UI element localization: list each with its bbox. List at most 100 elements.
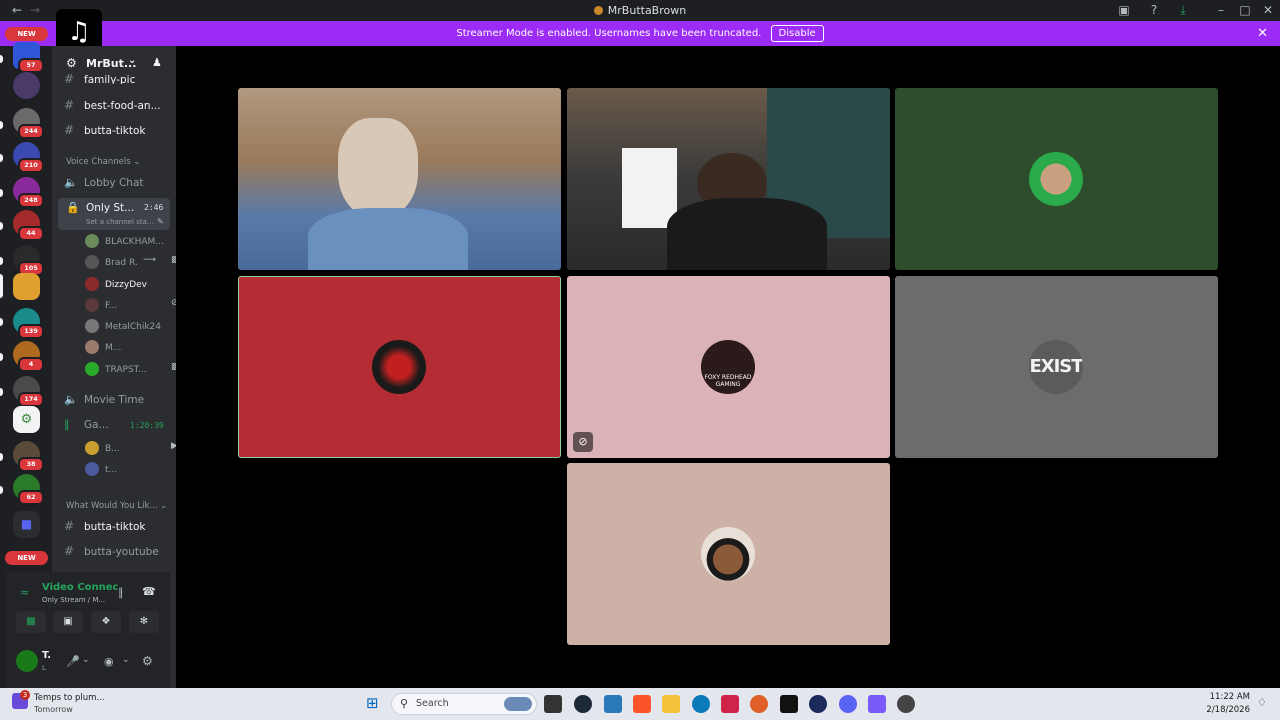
avatar bbox=[85, 319, 99, 333]
server-icon[interactable]: 62 bbox=[13, 474, 44, 505]
voice-connection-panel: ≈ Video Connec Only Stream / M... ∥ ☎ ▩ … bbox=[6, 572, 170, 688]
connection-signal-icon[interactable]: ≈ bbox=[20, 586, 29, 599]
server-icon[interactable]: 4 bbox=[13, 341, 44, 372]
discord-icon[interactable] bbox=[839, 695, 857, 713]
user-settings-gear-icon[interactable]: ⚙ bbox=[142, 654, 153, 668]
clock-time[interactable]: 11:22 AM bbox=[1206, 692, 1250, 702]
muted-mic-icon: ⊘ bbox=[573, 432, 593, 452]
video-tile-avatar[interactable]: EXIST bbox=[895, 276, 1218, 458]
chevron-down-icon[interactable]: ⌄ bbox=[122, 655, 130, 665]
edit-icon[interactable]: ✎ bbox=[157, 217, 164, 226]
close-banner-icon[interactable]: ✕ bbox=[1257, 21, 1268, 46]
participant-shirt bbox=[667, 198, 827, 270]
voice-user[interactable]: BLACKHAM... bbox=[85, 234, 164, 250]
recording-app-icon[interactable] bbox=[897, 695, 915, 713]
taskbar-search[interactable]: ⚲ Search bbox=[391, 693, 537, 715]
voice-user[interactable]: Brad R. ⟶ ▩ bbox=[85, 255, 176, 271]
unread-indicator bbox=[0, 318, 3, 326]
channel-butta-tiktok-2[interactable]: # butta-tiktok bbox=[64, 519, 146, 537]
server-icon[interactable] bbox=[13, 273, 40, 300]
window-close-icon[interactable]: ✕ bbox=[1261, 3, 1275, 17]
video-tile-webcam[interactable] bbox=[238, 88, 561, 270]
voice-user[interactable]: t... bbox=[85, 462, 117, 478]
help-icon[interactable]: ? bbox=[1147, 3, 1161, 17]
video-tile-avatar[interactable] bbox=[895, 88, 1218, 270]
avatar bbox=[85, 234, 99, 248]
obs-icon[interactable] bbox=[809, 695, 827, 713]
server-header[interactable]: ⚙ MrBut... ⌄ ♟ bbox=[52, 54, 176, 72]
server-icon[interactable]: 105 bbox=[13, 245, 44, 276]
mention-badge: 38 bbox=[18, 457, 44, 472]
channel-butta-youtube[interactable]: # butta-youtube bbox=[64, 544, 159, 562]
firefox-icon[interactable] bbox=[750, 695, 768, 713]
download-update-icon[interactable]: ⤓ bbox=[1176, 3, 1190, 18]
task-view-icon[interactable] bbox=[544, 695, 562, 713]
chevron-down-icon[interactable]: ⌄ bbox=[82, 655, 90, 665]
invite-people-icon[interactable]: ♟ bbox=[152, 56, 162, 69]
video-tile-avatar[interactable] bbox=[567, 463, 890, 645]
video-tile-webcam[interactable] bbox=[567, 88, 890, 270]
soundboard-button[interactable]: ✻ bbox=[129, 611, 159, 633]
voice-channel-only-stream[interactable]: 🔒 Only St... 2:46 Set a channel sta... ✎ bbox=[58, 198, 170, 230]
server-icon[interactable]: 57 bbox=[13, 42, 44, 73]
headphones-icon[interactable]: ◉ bbox=[104, 655, 114, 668]
server-icon[interactable]: 139 bbox=[13, 308, 44, 339]
server-folder-icon[interactable]: ■ bbox=[13, 511, 40, 538]
voice-user[interactable]: MetalChik24 bbox=[85, 319, 161, 335]
activities-button[interactable]: ❖ bbox=[91, 611, 121, 633]
unread-indicator bbox=[0, 55, 3, 63]
notepad-icon[interactable] bbox=[604, 695, 622, 713]
voice-channel-gaming[interactable]: ∥ Ga... bbox=[64, 418, 109, 436]
voice-channel-lobby[interactable]: 🔈 Lobby Chat bbox=[64, 176, 144, 194]
new-unreads-pill[interactable]: NEW bbox=[5, 27, 48, 41]
server-icon[interactable]: 38 bbox=[13, 441, 44, 472]
voice-user[interactable]: TRAPST... ▩ bbox=[85, 362, 176, 378]
voice-user[interactable]: M... bbox=[85, 340, 121, 356]
voice-user[interactable]: DizzyDev bbox=[85, 277, 147, 293]
inbox-icon[interactable]: ▣ bbox=[1117, 3, 1131, 17]
channel-butta-tiktok[interactable]: # butta-tiktok bbox=[64, 123, 146, 141]
clock-date[interactable]: 2/18/2026 bbox=[1206, 705, 1250, 715]
notification-bell-icon[interactable]: ♢ bbox=[1257, 696, 1267, 709]
server-icon[interactable]: 248 bbox=[13, 177, 44, 208]
server-icon[interactable]: 210 bbox=[13, 142, 44, 173]
disable-streamer-mode-button[interactable]: Disable bbox=[770, 25, 824, 42]
server-icon[interactable]: 174 bbox=[13, 376, 44, 407]
user-avatar[interactable] bbox=[16, 650, 38, 672]
voice-channel-link[interactable]: Only Stream / M... bbox=[42, 596, 105, 604]
streamer-mode-text: Streamer Mode is enabled. Usernames have… bbox=[456, 28, 762, 39]
speaker-icon: 🔈 bbox=[64, 176, 78, 189]
disconnect-icon[interactable]: ☎ bbox=[142, 585, 156, 598]
voice-user[interactable]: F... ⊘ bbox=[85, 298, 176, 314]
minimize-icon[interactable]: – bbox=[1214, 3, 1228, 17]
channel-status[interactable]: Set a channel sta... bbox=[86, 218, 154, 226]
tiktok-app-icon[interactable] bbox=[721, 695, 739, 713]
voice-user[interactable]: B... ▶ bbox=[85, 441, 176, 457]
video-tile-avatar[interactable]: FOXY REDHEAD GAMING ⊘ bbox=[567, 276, 890, 458]
file-explorer-icon[interactable] bbox=[662, 695, 680, 713]
new-unreads-pill[interactable]: NEW bbox=[5, 551, 48, 565]
brave-browser-icon[interactable] bbox=[633, 695, 651, 713]
server-icon[interactable]: 244 bbox=[13, 108, 44, 139]
app-grid-icon[interactable] bbox=[868, 695, 886, 713]
noise-suppression-icon[interactable]: ∥ bbox=[118, 586, 124, 599]
participant-avatar: FOXY REDHEAD GAMING bbox=[701, 340, 755, 394]
category-voice-channels[interactable]: Voice Channels ⌄ bbox=[66, 157, 140, 167]
edge-browser-icon[interactable] bbox=[692, 695, 710, 713]
maximize-icon[interactable]: □ bbox=[1238, 3, 1252, 17]
server-icon[interactable] bbox=[13, 72, 40, 99]
weather-text[interactable]: Temps to plum... bbox=[34, 693, 105, 703]
tractor-icon[interactable]: ⚙ bbox=[13, 406, 40, 433]
steam-icon[interactable] bbox=[574, 695, 592, 713]
camera-toggle-button[interactable]: ▩ bbox=[16, 611, 46, 633]
screen-share-button[interactable]: ▣ bbox=[53, 611, 83, 633]
category-what-would-you-like[interactable]: What Would You Lik... ⌄ bbox=[66, 501, 167, 511]
server-icon[interactable]: 44 bbox=[13, 210, 44, 241]
windows-start-icon[interactable]: ⊞ bbox=[366, 695, 383, 712]
video-tile-avatar-speaking[interactable] bbox=[238, 276, 561, 458]
nvidia-icon[interactable] bbox=[780, 695, 798, 713]
channel-family-pic[interactable]: # family-pic bbox=[64, 72, 135, 84]
channel-best-food[interactable]: # best-food-an... bbox=[64, 98, 161, 116]
voice-channel-movie-time[interactable]: 🔈 Movie Time bbox=[64, 393, 144, 411]
microphone-icon[interactable]: 🎤 bbox=[66, 655, 80, 668]
